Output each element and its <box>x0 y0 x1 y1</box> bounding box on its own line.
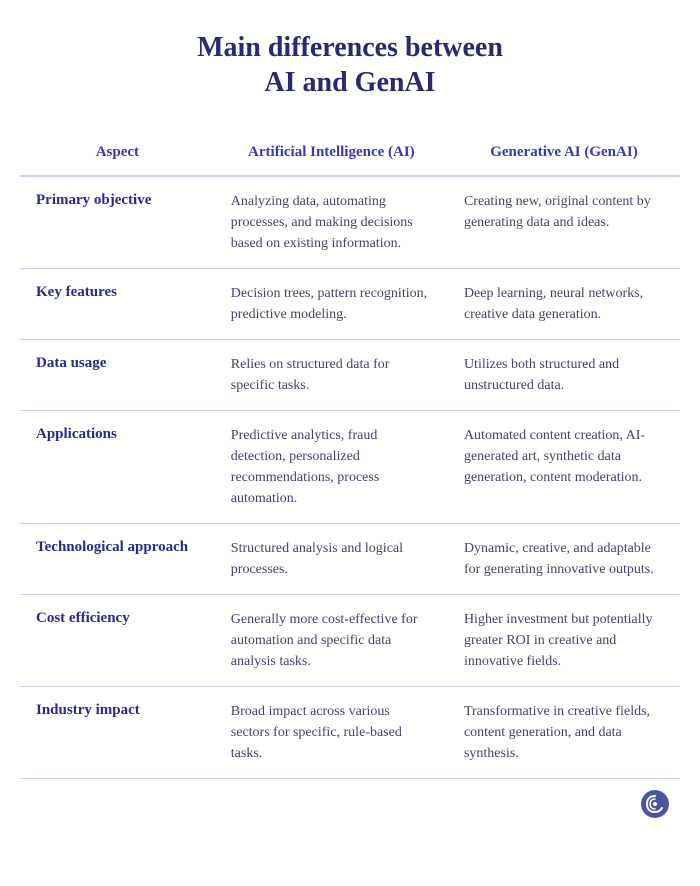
aspect-cell: Applications <box>20 411 215 524</box>
aspect-label: Applications <box>36 426 117 442</box>
ai-text: Analyzing data, automating processes, an… <box>231 194 413 251</box>
ai-cell: Relies on structured data for specific t… <box>215 340 448 411</box>
aspect-label: Industry impact <box>36 702 140 718</box>
ai-text: Generally more cost-effective for automa… <box>231 612 418 669</box>
ai-text: Broad impact across various sectors for … <box>231 704 402 761</box>
genai-text: Utilizes both structured and unstructure… <box>464 357 619 393</box>
aspect-cell: Industry impact <box>20 687 215 779</box>
header-aspect: Aspect <box>20 130 215 176</box>
aspect-label: Data usage <box>36 355 106 371</box>
ai-cell: Analyzing data, automating processes, an… <box>215 176 448 269</box>
genai-cell: Deep learning, neural networks, creative… <box>448 269 680 340</box>
genai-cell: Dynamic, creative, and adaptable for gen… <box>448 524 680 595</box>
genai-cell: Higher investment but potentially greate… <box>448 595 680 687</box>
ai-cell: Decision trees, pattern recognition, pre… <box>215 269 448 340</box>
aspect-label: Technological approach <box>36 539 188 555</box>
genai-cell: Utilizes both structured and unstructure… <box>448 340 680 411</box>
aspect-cell: Primary objective <box>20 176 215 269</box>
aspect-cell: Key features <box>20 269 215 340</box>
aspect-cell: Technological approach <box>20 524 215 595</box>
table-row: Primary objective Analyzing data, automat… <box>20 176 680 269</box>
genai-text: Transformative in creative fields, conte… <box>464 704 650 761</box>
ai-cell: Structured analysis and logical processe… <box>215 524 448 595</box>
ai-cell: Generally more cost-effective for automa… <box>215 595 448 687</box>
ai-text: Predictive analytics, fraud detection, p… <box>231 428 380 506</box>
genai-cell: Automated content creation, AI-generated… <box>448 411 680 524</box>
table-row: Cost efficiency Generally more cost-effec… <box>20 595 680 687</box>
page-title: Main differences between AI and GenAI <box>197 30 503 100</box>
genai-cell: Creating new, original content by genera… <box>448 176 680 269</box>
genai-text: Automated content creation, AI-generated… <box>464 428 645 485</box>
comparison-table: Aspect Artificial Intelligence (AI) Gene… <box>20 130 680 779</box>
aspect-label: Cost efficiency <box>36 610 130 626</box>
header-genai: Generative AI (GenAI) <box>448 130 680 176</box>
genai-text: Dynamic, creative, and adaptable for gen… <box>464 541 654 577</box>
table-row: Key features Decision trees, pattern reco… <box>20 269 680 340</box>
table-row: Technological approach Structured analysi… <box>20 524 680 595</box>
table-row: Data usage Relies on structured data for … <box>20 340 680 411</box>
aspect-label: Primary objective <box>36 192 151 208</box>
table-row: Industry impact Broad impact across vario… <box>20 687 680 779</box>
aspect-cell: Cost efficiency <box>20 595 215 687</box>
ai-text: Relies on structured data for specific t… <box>231 357 390 393</box>
header-ai: Artificial Intelligence (AI) <box>215 130 448 176</box>
genai-text: Higher investment but potentially greate… <box>464 612 653 669</box>
footer-logo <box>640 789 670 824</box>
table-row: Applications Predictive analytics, fraud … <box>20 411 680 524</box>
genai-cell: Transformative in creative fields, conte… <box>448 687 680 779</box>
ai-text: Decision trees, pattern recognition, pre… <box>231 286 427 322</box>
aspect-label: Key features <box>36 284 117 300</box>
ai-cell: Predictive analytics, fraud detection, p… <box>215 411 448 524</box>
ai-cell: Broad impact across various sectors for … <box>215 687 448 779</box>
genai-text: Deep learning, neural networks, creative… <box>464 286 643 322</box>
aspect-cell: Data usage <box>20 340 215 411</box>
ai-text: Structured analysis and logical processe… <box>231 541 403 577</box>
genai-text: Creating new, original content by genera… <box>464 194 651 230</box>
